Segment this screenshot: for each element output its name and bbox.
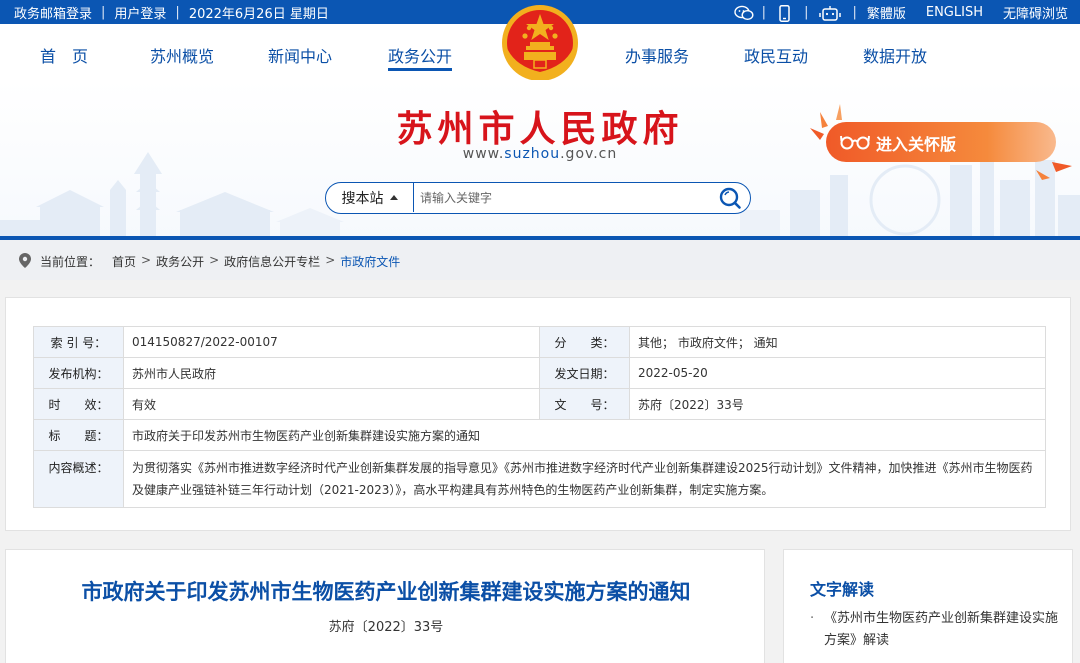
nav-item-overview[interactable]: 苏州概览 — [150, 43, 214, 67]
user-login-link[interactable]: 用户登录 — [114, 3, 166, 22]
nav-item-news[interactable]: 新闻中心 — [268, 43, 332, 67]
divider: | — [101, 5, 106, 20]
interpretation-link[interactable]: 《苏州市生物医药产业创新集群建设实施方案》解读 — [810, 608, 1060, 652]
category-label: 分 类： — [539, 326, 630, 358]
breadcrumb-item-info-column[interactable]: 政府信息公开专栏 — [224, 253, 320, 270]
header-banner: 苏州市人民政府 www.suzhou.gov.cn 搜本站 进入关怀版 — [0, 80, 1080, 240]
table-row: 内容概述： 为贯彻落实《苏州市推进数字经济时代产业创新集群发展的指导意见》《苏州… — [33, 450, 1046, 508]
search-icon[interactable] — [718, 186, 742, 210]
list-item[interactable]: · 《苏州市生物医药产业创新集群建设实施方案》解读 — [810, 608, 1060, 652]
interpretation-heading: 文字解读 — [810, 580, 875, 599]
top-bar-right: | | | 繁體版 ENGLISH 无障碍浏览 — [733, 3, 1068, 22]
index-value: 014150827/2022-00107 — [123, 326, 540, 358]
current-date: 2022年6月26日 星期日 — [188, 7, 329, 22]
nav-active-indicator — [388, 68, 452, 71]
doc-number-label: 文 号： — [539, 388, 630, 420]
category-value: 其他； 市政府文件； 通知 — [629, 326, 1046, 358]
divider: | — [761, 5, 767, 20]
breadcrumb-separator: > — [141, 253, 152, 267]
table-row: 标 题： 市政府关于印发苏州市生物医药产业创新集群建设实施方案的通知 — [33, 419, 1046, 451]
article-title: 市政府关于印发苏州市生物医药产业创新集群建设实施方案的通知 — [81, 580, 691, 604]
breadcrumb-item-home[interactable]: 首页 — [112, 253, 136, 270]
divider: | — [175, 5, 180, 20]
gov-mail-login-link[interactable]: 政务邮箱登录 — [14, 3, 92, 22]
care-mode-label: 进入关怀版 — [876, 135, 957, 154]
document-metadata-panel: 索 引 号： 014150827/2022-00107 分 类： 其他； 市政府… — [5, 297, 1071, 531]
search-box: 搜本站 — [325, 182, 751, 214]
article-panel: 市政府关于印发苏州市生物医药产业创新集群建设实施方案的通知 苏府〔2022〕33… — [5, 549, 765, 663]
document-metadata-table: 索 引 号： 014150827/2022-00107 分 类： 其他； 市政府… — [33, 326, 1046, 508]
table-row: 索 引 号： 014150827/2022-00107 分 类： 其他； 市政府… — [33, 326, 1046, 358]
care-mode-button[interactable]: 进入关怀版 — [806, 102, 1076, 180]
glasses-icon — [840, 132, 870, 152]
nav-item-open-data[interactable]: 数据开放 — [863, 43, 927, 67]
breadcrumb-item-city-docs[interactable]: 市政府文件 — [340, 253, 400, 270]
site-url-suffix: .gov.cn — [560, 146, 618, 162]
breadcrumb-item-gov-affairs[interactable]: 政务公开 — [156, 253, 204, 270]
nav-item-interaction[interactable]: 政民互动 — [744, 43, 808, 67]
nav-item-home[interactable]: 首 页 — [40, 43, 88, 67]
robot-icon[interactable] — [818, 5, 842, 21]
issue-date-label: 发文日期： — [539, 357, 630, 389]
divider: | — [804, 5, 809, 20]
doc-number-value: 苏府〔2022〕33号 — [629, 388, 1046, 420]
validity-label: 时 效： — [33, 388, 124, 420]
bullet: · — [810, 611, 815, 626]
index-label: 索 引 号： — [33, 326, 124, 358]
interpretation-panel: 文字解读 · 《苏州市生物医药产业创新集群建设实施方案》解读 — [783, 549, 1073, 663]
table-row: 发布机构： 苏州市人民政府 发文日期： 2022-05-20 — [33, 357, 1046, 389]
issue-date-value: 2022-05-20 — [629, 357, 1046, 389]
search-input[interactable] — [420, 188, 710, 208]
site-url-highlight: suzhou — [504, 146, 561, 162]
search-scope-label: 搜本站 — [341, 190, 384, 207]
table-row: 时 效： 有效 文 号： 苏府〔2022〕33号 — [33, 388, 1046, 420]
title-label: 标 题： — [33, 419, 124, 451]
wechat-icon[interactable] — [733, 5, 754, 21]
breadcrumb: 当前位置： 首页 > 政务公开 > 政府信息公开专栏 > 市政府文件 — [0, 240, 1080, 280]
traditional-chinese-link[interactable]: 繁體版 — [867, 3, 906, 22]
breadcrumb-label: 当前位置： — [40, 255, 101, 269]
divider: | — [852, 5, 857, 20]
caret-up-icon — [389, 195, 398, 200]
nav-item-gov-affairs[interactable]: 政务公开 — [388, 43, 452, 67]
site-url-prefix: www. — [462, 146, 505, 162]
mobile-icon[interactable] — [776, 4, 794, 22]
breadcrumb-separator: > — [325, 253, 336, 267]
english-link[interactable]: ENGLISH — [926, 5, 983, 20]
breadcrumb-separator: > — [209, 253, 220, 267]
nav-item-services[interactable]: 办事服务 — [625, 43, 689, 67]
validity-value: 有效 — [123, 388, 540, 420]
title-value: 市政府关于印发苏州市生物医药产业创新集群建设实施方案的通知 — [123, 419, 1046, 451]
breadcrumb-trail: 当前位置： 首页 > 政务公开 > 政府信息公开专栏 > 市政府文件 — [40, 253, 400, 270]
publisher-label: 发布机构： — [33, 357, 124, 389]
search-scope-dropdown[interactable]: 搜本站 — [326, 183, 414, 212]
summary-label: 内容概述： — [33, 450, 124, 508]
summary-value: 为贯彻落实《苏州市推进数字经济时代产业创新集群发展的指导意见》《苏州市推进数字经… — [123, 450, 1046, 508]
publisher-value: 苏州市人民政府 — [123, 357, 540, 389]
top-bar-left: 政务邮箱登录 | 用户登录 | 2022年6月26日 星期日 — [14, 3, 329, 22]
accessibility-link[interactable]: 无障碍浏览 — [1003, 3, 1068, 22]
location-pin-icon — [18, 252, 32, 269]
national-emblem-icon — [499, 2, 581, 84]
article-doc-number: 苏府〔2022〕33号 — [328, 620, 444, 635]
